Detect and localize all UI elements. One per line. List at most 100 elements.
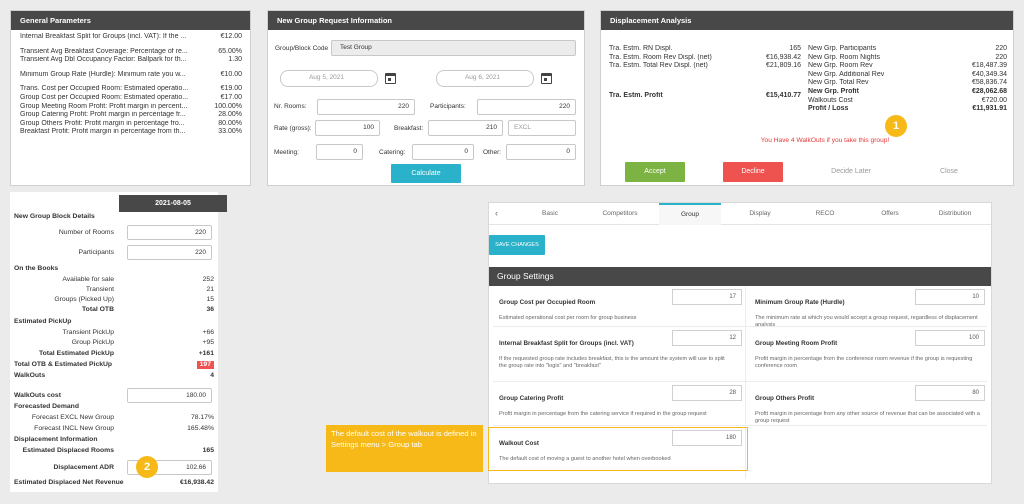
param-label: Group Cost per Occupied Room: Estimated … [20,93,189,101]
general-parameters-title: General Parameters [11,11,250,30]
tab-distribution[interactable]: Distribution [924,203,986,225]
date-from-input[interactable]: Aug 5, 2021 [280,70,378,87]
setting-input[interactable]: 80 [915,385,985,401]
meeting-label: Meeting: [274,149,299,156]
row-value: €16,938.42 [765,53,801,61]
setting-label: Group Meeting Room Profit [755,340,838,347]
breakfast-option-select[interactable]: EXCL [508,120,576,136]
tab-group[interactable]: Group [659,203,721,225]
block-row: Available for sale 252 [14,276,214,284]
block-row: Transient 21 [14,286,214,294]
row-label: New Grp. Room Rev [808,62,873,70]
section-title: Forecasted Demand [14,403,79,410]
setting-input[interactable]: 10 [915,289,985,305]
param-label: Transient Avg Dbl Occupancy Factor: Ball… [20,56,187,64]
setting-label: Minimum Group Rate (Hurdle) [755,299,845,306]
displacement-right-row: New Grp. Room Nights 220 [808,54,1007,63]
meeting-input[interactable]: 0 [316,144,363,160]
row-label: Total OTB & Estimated PickUp [14,361,113,368]
tab-basic[interactable]: Basic [519,203,581,225]
block-row: WalkOuts 4 [14,372,214,380]
rate-input[interactable]: 100 [315,120,380,136]
badge-1: 1 [885,115,907,137]
general-param-row: Group Catering Profit: Profit margin in … [20,111,242,120]
row-value: €18,487.39 [971,62,1007,70]
participants-input[interactable]: 220 [127,245,212,260]
general-param-row: Group Others Profit: Profit margin in pe… [20,120,242,129]
section-title: Displacement Information [14,436,98,443]
rooms-input[interactable]: 220 [317,99,415,115]
calendar-icon[interactable] [385,73,396,84]
calculate-button[interactable]: Calculate [391,164,461,183]
general-param-row: Group Meeting Room Profit: Profit margin… [20,103,242,112]
param-value: 28.00% [218,111,242,119]
row-label: Estimated Displaced Net Revenue [14,479,124,486]
setting-input[interactable]: 28 [672,385,742,401]
block-row: Group PickUp +95 [14,339,214,347]
setting-input[interactable]: 17 [672,289,742,305]
tab-competitors[interactable]: Competitors [589,203,651,225]
general-parameters-list: Internal Breakfast Split for Groups (inc… [11,30,250,137]
participants-input[interactable]: 220 [477,99,576,115]
param-value: €10.00 [220,70,242,78]
section-title: Estimated PickUp [14,318,72,325]
general-param-row: Transient Avg Breakfast Coverage: Percen… [20,48,242,57]
decline-button[interactable]: Decline [723,162,783,182]
tab-display[interactable]: Display [729,203,791,225]
setting-input[interactable]: 100 [915,330,985,346]
setting-description: If the requested group rate includes bre… [499,356,725,369]
accept-button[interactable]: Accept [625,162,685,182]
save-changes-button[interactable]: SAVE CHANGES [489,235,545,255]
setting-description: Profit margin in percentage from the cat… [499,411,707,417]
setting-input[interactable]: 12 [672,330,742,346]
date-to-input[interactable]: Aug 6, 2021 [436,70,534,87]
tab-offers[interactable]: Offers [859,203,921,225]
row-value: 165 [789,45,801,52]
calendar-icon[interactable] [541,73,552,84]
row-label: Transient [85,286,114,293]
row-label: Profit / Loss [808,105,849,113]
param-label: Group Others Profit: Profit margin in pe… [20,119,185,127]
other-input[interactable]: 0 [506,144,576,160]
block-row: Estimated Displaced Net Revenue €16,938.4… [14,479,214,487]
row-label: Forecast INCL New Group [34,425,114,432]
row-label: Total OTB [82,306,114,313]
divider [493,326,987,327]
rooms-input[interactable]: 220 [127,225,212,240]
param-label: Group Catering Profit: Profit margin in … [20,111,186,119]
row-label: Tra. Estm. Room Rev Displ. (net) [609,53,712,61]
participants-label: Participants: [430,103,466,110]
catering-input[interactable]: 0 [412,144,474,160]
badge-2: 2 [136,456,158,478]
row-label: New Grp. Total Rev [808,79,869,87]
close-button[interactable]: Close [919,162,979,182]
block-code-input[interactable]: Test Group [331,40,576,56]
group-settings-header: Group Settings [489,267,991,286]
row-label: New Grp. Room Nights [808,53,880,61]
chevron-left-icon[interactable]: ‹ [495,208,498,218]
displacement-left-row: Tra. Estm. Room Rev Displ. (net) €16,938.… [609,54,801,63]
row-label: Group PickUp [71,339,114,346]
setting-description: Profit margin in percentage from any oth… [755,411,980,424]
param-value: 1.30 [228,56,242,64]
row-value: 197 [196,361,214,369]
setting-description: Profit margin in percentage from the con… [755,356,973,369]
decide-later-button[interactable]: Decide Later [821,162,881,182]
walkouts-cost-input[interactable]: 180.00 [127,388,212,403]
general-param-row: Trans. Cost per Occupied Room: Estimated… [20,85,242,94]
row-value: 15 [206,296,214,303]
param-value: 80.00% [218,119,242,127]
row-value: €11,931.91 [972,105,1007,113]
param-value: 100.00% [214,102,242,110]
row-value: 21 [206,286,214,293]
block-row: Groups (Picked Up) 15 [14,296,214,304]
general-param-row: Breakfast Profit: Profit margin in perce… [20,128,242,137]
breakfast-input[interactable]: 210 [428,120,503,136]
tab-reco[interactable]: RECO [794,203,856,225]
divider [493,425,987,426]
walkouts-warning: You Have 4 WalkOuts if you take this gro… [760,137,890,144]
row-value: 252 [202,276,214,283]
param-label: Internal Breakfast Split for Groups (inc… [20,33,187,40]
row-value: +66 [202,329,214,336]
displacement-left-list: Tra. Estm. RN Displ. 165 Tra. Estm. Room R… [609,45,801,71]
